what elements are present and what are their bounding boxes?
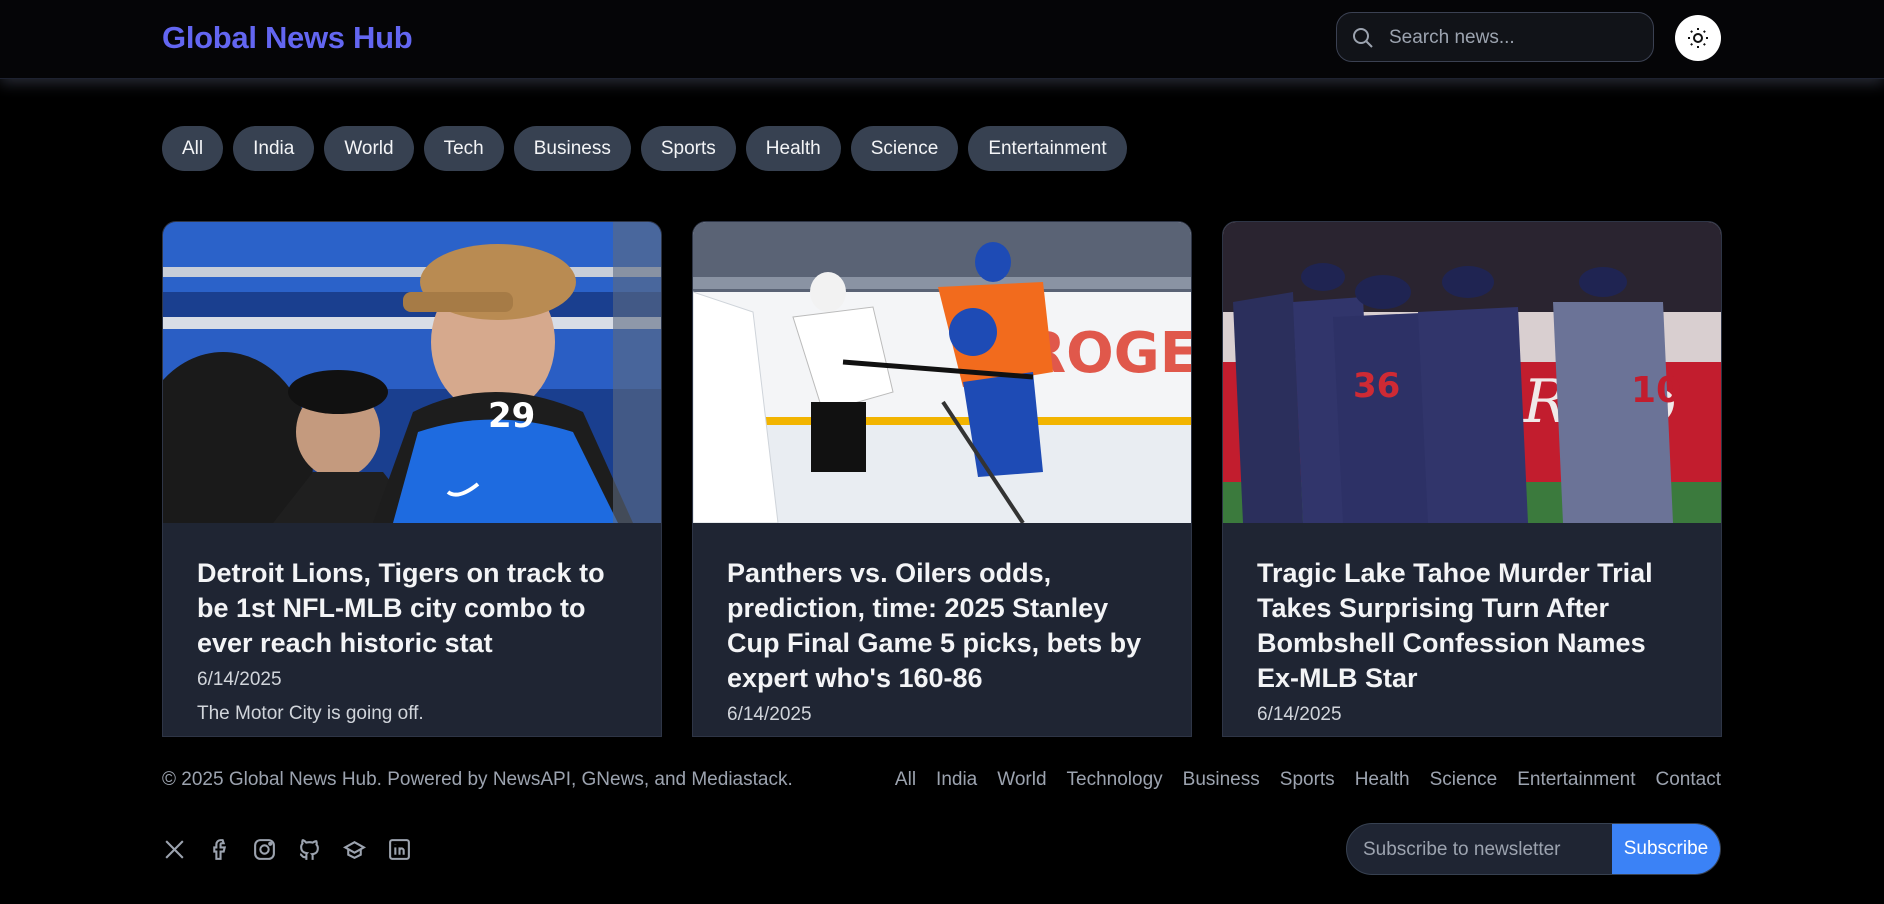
footer-link-business[interactable]: Business (1183, 769, 1260, 791)
footer-link-technology[interactable]: Technology (1067, 769, 1163, 791)
linkedin-icon[interactable] (387, 837, 412, 862)
footer-link-sports[interactable]: Sports (1280, 769, 1335, 791)
search-icon (1353, 28, 1373, 48)
site-logo[interactable]: Global News Hub (162, 20, 413, 56)
news-card[interactable]: 29 Detroit Lions, Tigers on track to be … (162, 221, 662, 737)
article-date: 6/14/2025 (1257, 704, 1342, 725)
site-header: Global News Hub (0, 0, 1884, 79)
footer-nav: All India World Technology Business Spor… (895, 769, 1721, 791)
footer-link-india[interactable]: India (936, 769, 977, 791)
newsletter-form: Subscribe (1346, 823, 1721, 875)
svg-text:36: 36 (1353, 366, 1400, 406)
instagram-icon[interactable] (252, 837, 277, 862)
news-card[interactable]: Rooo 36 10 Tragic Lake Tahoe Murder Tria… (1222, 221, 1722, 737)
category-chip-sports[interactable]: Sports (640, 126, 736, 171)
theme-toggle-button[interactable] (1675, 15, 1721, 61)
svg-text:29: 29 (488, 396, 535, 436)
article-image[interactable]: 29 (163, 222, 661, 523)
copyright-text: © 2025 Global News Hub. Powered by NewsA… (162, 769, 793, 790)
article-title[interactable]: Tragic Lake Tahoe Murder Trial Takes Sur… (1257, 556, 1687, 696)
subscribe-button[interactable]: Subscribe (1612, 824, 1720, 874)
facebook-icon[interactable] (207, 837, 232, 862)
category-chip-all[interactable]: All (162, 126, 224, 171)
article-title[interactable]: Panthers vs. Oilers odds, prediction, ti… (727, 556, 1157, 696)
category-filter: All India World Tech Business Sports Hea… (162, 126, 1127, 171)
footer-link-science[interactable]: Science (1430, 769, 1498, 791)
article-image[interactable]: Rooo 36 10 (1223, 222, 1721, 523)
footer-link-all[interactable]: All (895, 769, 916, 791)
category-chip-science[interactable]: Science (850, 126, 959, 171)
footer-link-health[interactable]: Health (1355, 769, 1410, 791)
article-title[interactable]: Detroit Lions, Tigers on track to be 1st… (197, 556, 627, 661)
article-image[interactable]: ROGERS (693, 222, 1191, 523)
newsletter-email-input[interactable] (1361, 824, 1605, 874)
github-icon[interactable] (297, 837, 322, 862)
footer-link-entertainment[interactable]: Entertainment (1517, 769, 1635, 791)
social-links (162, 837, 412, 862)
article-date: 6/14/2025 (197, 669, 282, 690)
category-chip-health[interactable]: Health (745, 126, 841, 171)
search-box[interactable] (1336, 12, 1654, 63)
sun-icon (1688, 28, 1708, 48)
category-chip-entertainment[interactable]: Entertainment (968, 126, 1127, 171)
category-chip-india[interactable]: India (233, 126, 315, 171)
news-card[interactable]: ROGERS Panthers vs. Oilers odds, predict… (692, 221, 1192, 737)
footer-link-contact[interactable]: Contact (1656, 769, 1721, 791)
svg-text:10: 10 (1631, 370, 1681, 411)
category-chip-tech[interactable]: Tech (423, 126, 504, 171)
category-chip-world[interactable]: World (324, 126, 414, 171)
site-footer: © 2025 Global News Hub. Powered by NewsA… (0, 737, 1884, 904)
category-chip-business[interactable]: Business (513, 126, 631, 171)
article-description: The Motor City is going off. (197, 703, 424, 724)
search-input[interactable] (1387, 13, 1646, 63)
discord-icon[interactable] (342, 837, 367, 862)
article-date: 6/14/2025 (727, 704, 812, 725)
x-icon[interactable] (162, 837, 187, 862)
footer-link-world[interactable]: World (997, 769, 1046, 791)
